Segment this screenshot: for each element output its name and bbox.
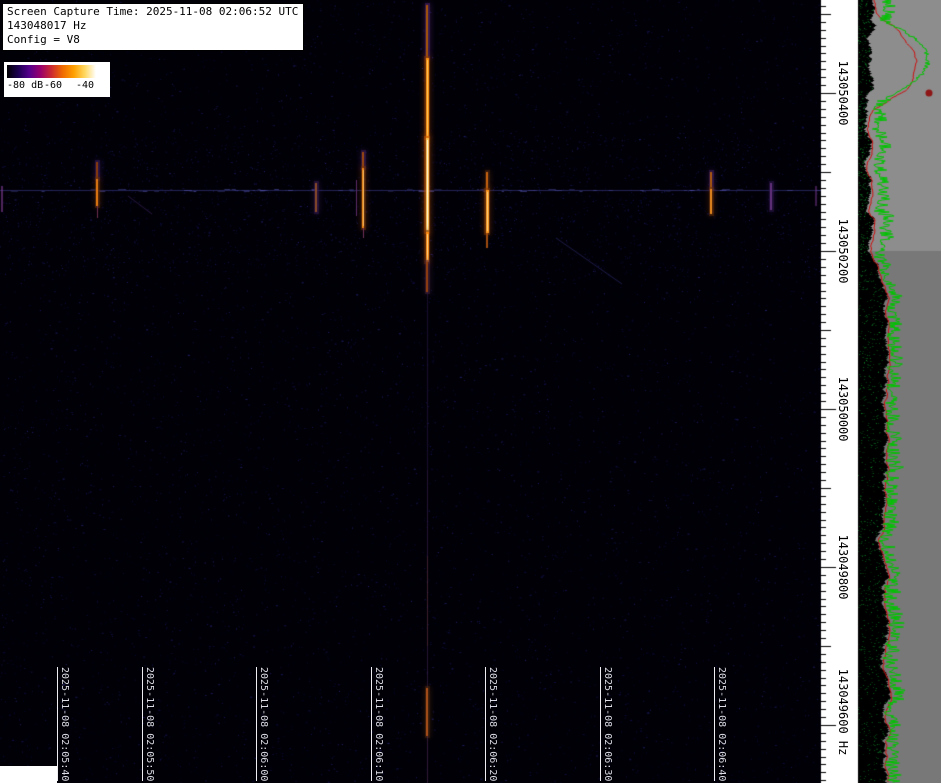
colorbar-gradient — [7, 65, 96, 78]
center-frequency-text: 143048017 Hz — [7, 19, 298, 33]
colorbar-min-label: -80 dB — [7, 80, 43, 91]
bottom-left-box — [0, 766, 57, 783]
colorbar: -80 dB -60 -40 — [4, 62, 110, 97]
config-text: Config = V8 — [7, 33, 298, 47]
colorbar-mid-label: -60 — [44, 80, 62, 91]
capture-info-box: Screen Capture Time: 2025-11-08 02:06:52… — [2, 3, 304, 51]
screen: 1430504001430502001430500001430498001430… — [0, 0, 941, 783]
colorbar-labels: -80 dB -60 -40 — [4, 80, 110, 94]
capture-time-text: Screen Capture Time: 2025-11-08 02:06:52… — [7, 5, 298, 19]
colorbar-max-label: -40 — [76, 80, 94, 91]
spectrogram-canvas — [0, 0, 941, 783]
